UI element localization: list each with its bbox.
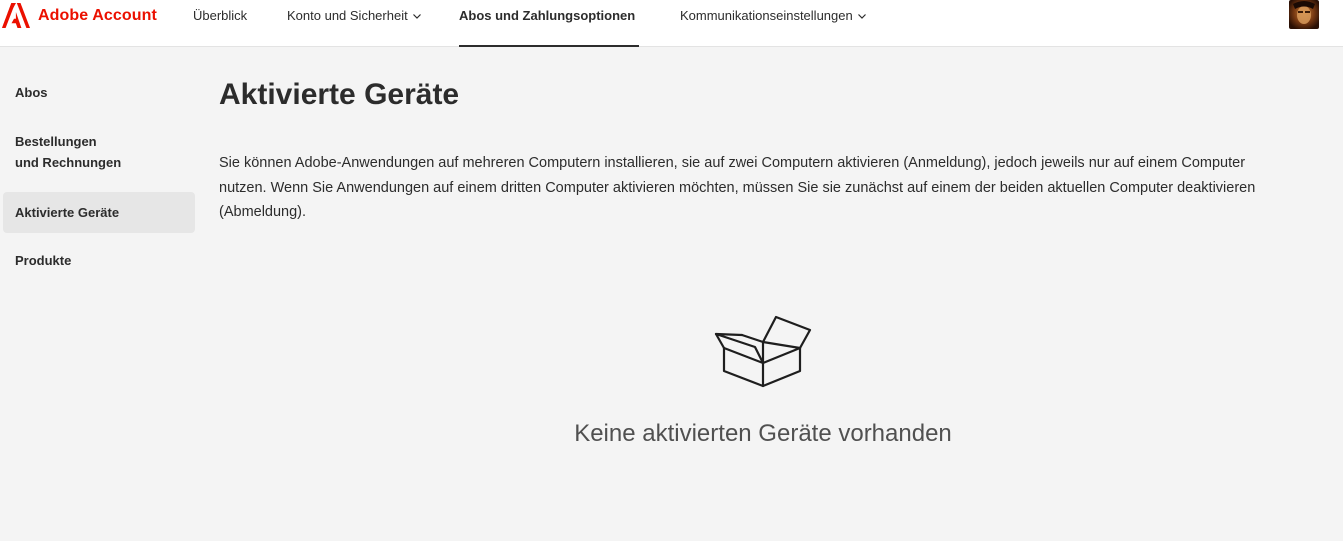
nav-konto-und-sicherheit[interactable]: Konto und Sicherheit — [287, 0, 422, 47]
sidebar-item-label: Bestellungen und Rechnungen — [15, 134, 122, 170]
nav-ueberblick[interactable]: Überblick — [193, 0, 247, 47]
sidebar-item-bestellungen-und-rechnungen[interactable]: Bestellungen und Rechnungen — [3, 131, 123, 173]
sidebar-item-aktivierte-geraete[interactable]: Aktivierte Geräte — [3, 192, 195, 233]
sidebar-item-produkte[interactable]: Produkte — [3, 250, 195, 272]
open-box-icon — [714, 315, 812, 388]
nav-label: Abos und Zahlungsoptionen — [459, 8, 636, 23]
avatar-face-icon — [1293, 1, 1315, 24]
sidebar-item-label: Produkte — [15, 253, 72, 268]
user-avatar[interactable] — [1289, 0, 1319, 29]
nav-kommunikationseinstellungen[interactable]: Kommunikationseinstellungen — [680, 0, 867, 47]
nav-abos-und-zahlungsoptionen[interactable]: Abos und Zahlungsoptionen — [459, 0, 639, 47]
sidebar-item-label: Abos — [15, 85, 48, 100]
brand[interactable]: Adobe Account — [0, 0, 157, 31]
brand-name: Adobe Account — [38, 6, 157, 24]
activation-info-text: Sie können Adobe-Anwendungen auf mehrere… — [219, 155, 1256, 220]
sidebar-item-label: Aktivierte Geräte — [15, 205, 120, 220]
chevron-down-icon — [857, 14, 866, 19]
sidebar-item-abos[interactable]: Abos — [3, 82, 195, 104]
empty-state-message: Keine aktivierten Geräte vorhanden — [574, 420, 952, 447]
page-title: Aktivierte Geräte — [219, 78, 460, 111]
nav-label: Überblick — [193, 8, 248, 23]
nav-label: Konto und Sicherheit — [287, 8, 408, 23]
top-navigation-bar: Adobe Account Überblick Konto und Sicher… — [0, 0, 1343, 47]
adobe-logo-icon — [2, 3, 30, 28]
chevron-down-icon — [412, 14, 421, 19]
nav-label: Kommunikationseinstellungen — [680, 8, 853, 23]
